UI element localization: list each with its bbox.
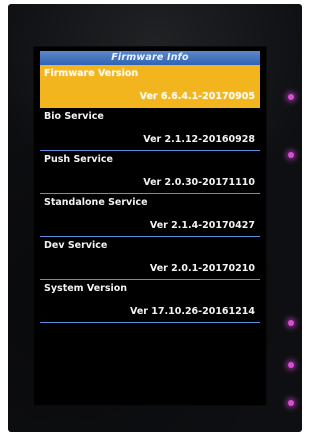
item-value: Ver 2.1.4-20170427 [149, 220, 255, 231]
item-value: Ver 2.1.12-20160928 [143, 134, 255, 145]
item-value: Ver 2.0.30-20171110 [143, 177, 255, 188]
item-value: Ver 6.6.4.1-20170905 [139, 91, 255, 102]
list-item-dev-service[interactable]: Dev Service Ver 2.0.1-20170210 [40, 237, 260, 280]
list-item-push-service[interactable]: Push Service Ver 2.0.30-20171110 [40, 151, 260, 194]
item-value: Ver 2.0.1-20170210 [149, 263, 255, 274]
item-value: Ver 17.10.26-20161214 [130, 306, 255, 317]
item-label: Standalone Service [44, 197, 148, 208]
list-item-bio-service[interactable]: Bio Service Ver 2.1.12-20160928 [40, 108, 260, 151]
indicator-led-icon [288, 362, 294, 368]
indicator-led-icon [288, 152, 294, 158]
device-screen: Firmware Info Firmware Version Ver 6.6.4… [33, 46, 267, 406]
indicator-led-icon [288, 320, 294, 326]
device-photo: Firmware Info Firmware Version Ver 6.6.4… [8, 4, 302, 432]
list-item-system-version[interactable]: System Version Ver 17.10.26-20161214 [40, 280, 260, 323]
item-label: System Version [44, 283, 128, 294]
list-item-firmware-version[interactable]: Firmware Version Ver 6.6.4.1-20170905 [40, 65, 260, 108]
screen-title: Firmware Info [40, 51, 260, 65]
item-label: Bio Service [44, 111, 104, 122]
item-label: Firmware Version [44, 68, 139, 79]
firmware-info-list: Firmware Version Ver 6.6.4.1-20170905 Bi… [40, 65, 260, 323]
item-label: Push Service [44, 154, 113, 165]
indicator-led-icon [288, 94, 294, 100]
indicator-leds [286, 94, 296, 424]
item-label: Dev Service [44, 240, 108, 251]
list-item-standalone-service[interactable]: Standalone Service Ver 2.1.4-20170427 [40, 194, 260, 237]
indicator-led-icon [288, 400, 294, 406]
